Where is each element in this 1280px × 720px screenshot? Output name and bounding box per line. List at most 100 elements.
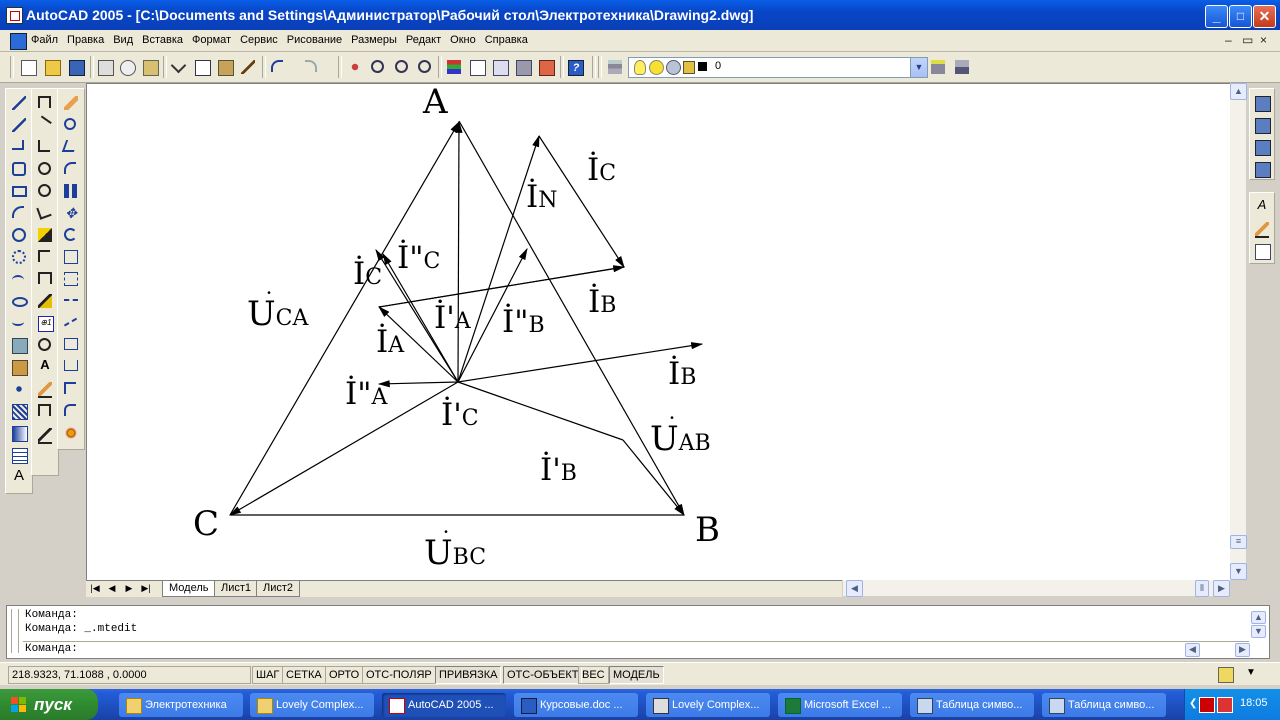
cmd-scroll-right-icon[interactable]: ▶ (1235, 643, 1250, 657)
layer-freeze-icon[interactable] (649, 60, 664, 75)
rectangle-icon[interactable] (8, 181, 30, 201)
task-button[interactable]: Таблица симво... (910, 693, 1034, 717)
tool-palettes-icon[interactable] (490, 57, 510, 77)
tab-layout1[interactable]: Лист1 (214, 581, 259, 597)
toggle-snap[interactable]: ШАГ (252, 666, 284, 684)
command-window-grip[interactable] (11, 609, 19, 653)
layer-viewport-freeze-icon[interactable] (666, 60, 681, 75)
dimension-style-manager-icon[interactable] (1251, 241, 1273, 261)
help-icon[interactable]: ? (565, 57, 585, 77)
toggle-otrack[interactable]: ОТС-ОБЪЕКТ (503, 666, 583, 684)
zoom-previous-icon[interactable] (415, 57, 435, 77)
mirror-icon[interactable] (60, 137, 82, 157)
menu-insert[interactable]: Вставка (142, 34, 183, 46)
send-to-back-icon[interactable] (1251, 115, 1273, 135)
extend-icon[interactable] (60, 313, 82, 333)
continue-dimension-icon[interactable] (34, 269, 56, 289)
match-properties-icon[interactable] (238, 57, 258, 77)
break-icon[interactable] (60, 357, 82, 377)
scroll-down-icon[interactable]: ▼ (1230, 563, 1247, 580)
menu-help[interactable]: Справка (485, 34, 528, 46)
menu-format[interactable]: Формат (192, 34, 231, 46)
explode-icon[interactable] (60, 423, 82, 443)
vertical-scrollbar[interactable]: ▲ ≡ ▼ (1230, 83, 1247, 580)
dimension-text-edit-icon[interactable] (34, 379, 56, 399)
toggle-model[interactable]: МОДЕЛЬ (609, 666, 664, 684)
arc-icon[interactable] (8, 203, 30, 223)
first-tab-icon[interactable]: |◀ (88, 582, 102, 595)
autocad-app-icon[interactable] (6, 7, 23, 24)
linear-dimension-icon[interactable] (34, 93, 56, 113)
polygon-icon[interactable] (8, 159, 30, 179)
hscroll-thumb[interactable]: ⦀ (1195, 580, 1209, 597)
layer-on-icon[interactable] (634, 60, 646, 75)
erase-icon[interactable] (60, 93, 82, 113)
chevron-down-icon[interactable]: ▼ (910, 58, 927, 77)
toggle-osnap[interactable]: ПРИВЯЗКА (435, 666, 502, 684)
center-mark-icon[interactable] (34, 335, 56, 355)
menu-edit[interactable]: Правка (67, 34, 104, 46)
menu-window[interactable]: Окно (450, 34, 476, 46)
doc-restore-button[interactable]: ▭ (1242, 33, 1253, 47)
trim-icon[interactable] (60, 291, 82, 311)
redo-icon[interactable] (302, 57, 330, 77)
coordinate-readout[interactable]: 218.9323, 71.1088 , 0.0000 (8, 666, 251, 684)
task-button[interactable]: Lovely Complex... (250, 693, 374, 717)
make-block-icon[interactable] (8, 357, 30, 377)
layer-previous-icon[interactable] (952, 57, 972, 77)
language-icon[interactable] (1217, 697, 1233, 713)
paste-icon[interactable] (215, 57, 235, 77)
task-button[interactable]: Курсовые.doc ... (514, 693, 638, 717)
tolerance-icon[interactable]: ⊕1 (34, 313, 56, 333)
menu-tools[interactable]: Сервис (240, 34, 278, 46)
toggle-lineweight[interactable]: ВЕС (578, 666, 609, 684)
copy-icon[interactable] (192, 57, 212, 77)
text-style-icon[interactable]: A (1251, 197, 1273, 217)
menu-draw[interactable]: Рисование (287, 34, 342, 46)
print-icon[interactable] (95, 57, 115, 77)
menu-dimension[interactable]: Размеры (351, 34, 397, 46)
dimension-style-icon[interactable] (34, 425, 56, 445)
design-center-icon[interactable] (467, 57, 487, 77)
point-icon[interactable] (8, 379, 30, 399)
construction-line-icon[interactable] (8, 115, 30, 135)
array-icon[interactable] (60, 181, 82, 201)
start-button[interactable]: пуск (0, 689, 98, 720)
send-under-icon[interactable] (1251, 159, 1273, 179)
scroll-thumb[interactable]: ≡ (1230, 535, 1247, 549)
scroll-right-icon[interactable]: ▶ (1213, 580, 1230, 597)
clock[interactable]: 18:05 (1240, 697, 1268, 709)
drawing-canvas[interactable]: A C B ˙ UCA ˙ UAB ˙ UBC İC İN İB İB İC İ… (86, 82, 1231, 580)
multiline-text-icon[interactable]: A (8, 467, 30, 487)
task-button[interactable]: Lovely Complex... (646, 693, 770, 717)
layer-dropdown[interactable]: 0 ▼ (628, 57, 928, 78)
menu-file[interactable]: Файл (31, 34, 58, 46)
menu-view[interactable]: Вид (113, 34, 133, 46)
hatch-icon[interactable] (8, 401, 30, 421)
undo-icon[interactable] (268, 57, 296, 77)
command-prompt[interactable]: Команда: (25, 643, 78, 655)
tray-expand-icon[interactable]: ❮ (1189, 698, 1197, 709)
bring-to-front-icon[interactable] (1251, 93, 1273, 113)
radius-dimension-icon[interactable] (34, 159, 56, 179)
dimension-edit-icon[interactable]: A (34, 357, 56, 377)
doc-minimize-button[interactable]: – (1225, 33, 1232, 47)
dimension-update-icon[interactable] (34, 401, 56, 421)
ellipse-arc-icon[interactable] (8, 313, 30, 333)
scale-icon[interactable] (60, 247, 82, 267)
status-menu-icon[interactable]: ▼ (1246, 667, 1256, 678)
bring-above-icon[interactable] (1251, 137, 1273, 157)
copy-object-icon[interactable] (60, 115, 82, 135)
break-at-point-icon[interactable] (60, 335, 82, 355)
properties-icon[interactable] (444, 57, 464, 77)
toggle-polar[interactable]: ОТС-ПОЛЯР (362, 666, 436, 684)
command-window[interactable]: Команда: Команда: _.mtedit Команда: ▲ ▼ … (6, 605, 1270, 659)
offset-icon[interactable] (60, 159, 82, 179)
toggle-grid[interactable]: СЕТКА (282, 666, 326, 684)
plot-preview-icon[interactable] (117, 57, 137, 77)
cmd-scroll-up-icon[interactable]: ▲ (1251, 611, 1266, 624)
chamfer-icon[interactable] (60, 379, 82, 399)
prev-tab-icon[interactable]: ◀ (105, 582, 119, 595)
task-button[interactable]: Microsoft Excel ... (778, 693, 902, 717)
minimize-button[interactable]: _ (1205, 5, 1228, 28)
